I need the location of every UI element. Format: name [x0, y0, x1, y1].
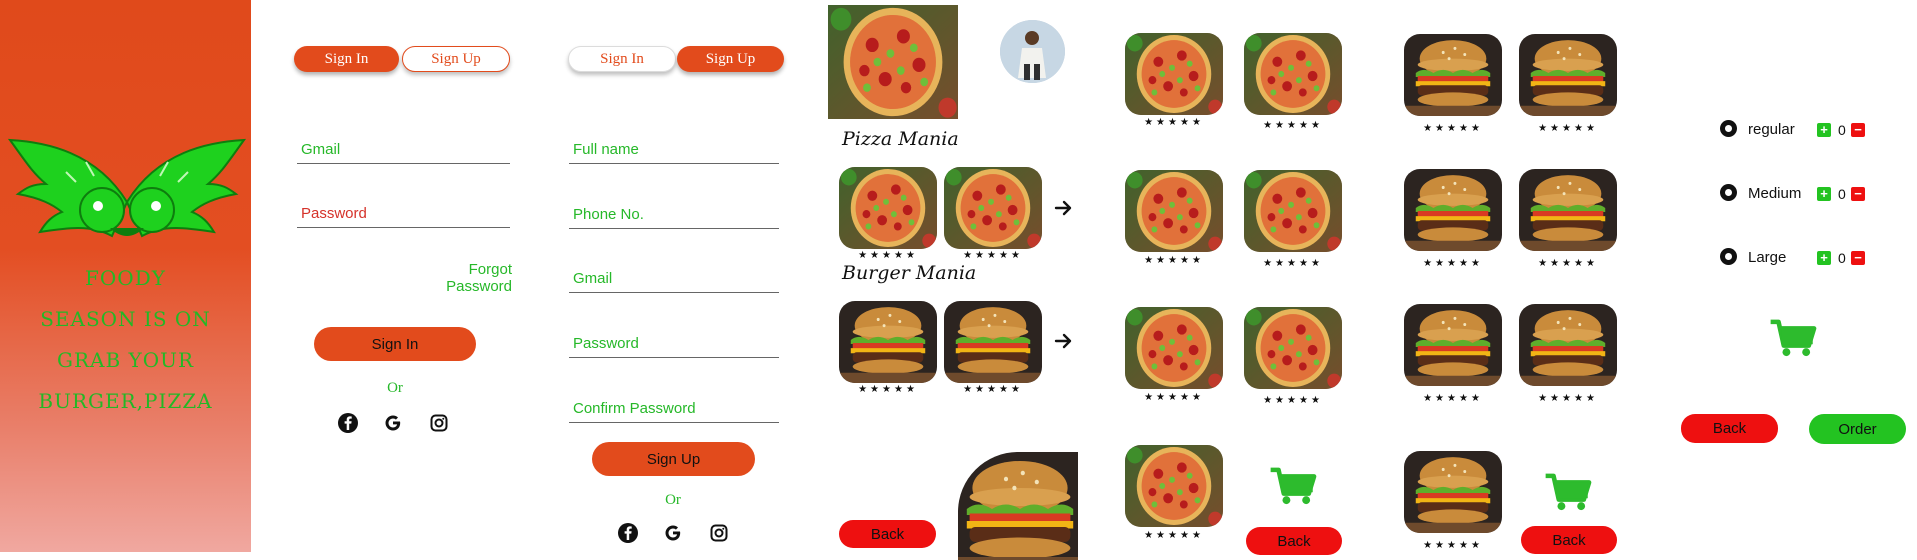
rating-stars: ★★★★★	[1423, 123, 1483, 134]
confirm-password-field[interactable]: Confirm Password	[569, 397, 779, 423]
rating-stars: ★★★★★	[963, 250, 1023, 261]
burger-hero-icon	[958, 452, 1078, 560]
increment-button[interactable]: +	[1817, 187, 1831, 201]
splash-panel: FOODY SEASON IS ON GRAB YOUR BURGER,PIZZ…	[0, 0, 251, 552]
rating-stars: ★★★★★	[858, 250, 918, 261]
decrement-button[interactable]: −	[1851, 123, 1865, 137]
quantity-value: 0	[1838, 186, 1846, 202]
tab-sign-in[interactable]: Sign In	[568, 46, 676, 72]
size-radio-large[interactable]	[1720, 248, 1737, 265]
size-label: Large	[1748, 249, 1787, 266]
pizza-item[interactable]	[1125, 307, 1223, 389]
rating-stars: ★★★★★	[1263, 120, 1323, 131]
back-button[interactable]: Back	[1246, 527, 1342, 555]
google-icon[interactable]	[662, 522, 684, 544]
pizza-thumbnail[interactable]	[944, 167, 1042, 249]
tagline-line: FOODY	[85, 266, 166, 290]
pizza-thumbnail[interactable]	[839, 167, 937, 249]
pizza-item[interactable]	[1125, 170, 1223, 252]
arrow-right-icon[interactable]	[1054, 198, 1074, 218]
rating-stars: ★★★★★	[1538, 393, 1598, 404]
quantity-value: 0	[1838, 122, 1846, 138]
size-radio-medium[interactable]	[1720, 184, 1737, 201]
facebook-icon[interactable]	[617, 522, 639, 544]
forgot-password-link[interactable]: Forgot Password	[402, 261, 512, 295]
password-field[interactable]: Password	[297, 202, 510, 228]
splash-tagline: FOODY SEASON IS ON GRAB YOUR BURGER,PIZZ…	[0, 258, 251, 422]
or-divider: Or	[665, 492, 681, 508]
size-label: regular	[1748, 121, 1795, 138]
increment-button[interactable]: +	[1817, 251, 1831, 265]
burger-item[interactable]	[1404, 304, 1502, 386]
tab-sign-up[interactable]: Sign Up	[402, 46, 510, 72]
google-icon[interactable]	[382, 412, 404, 434]
burger-item[interactable]	[1519, 304, 1617, 386]
cart-icon[interactable]	[1268, 459, 1318, 511]
tab-sign-up[interactable]: Sign Up	[677, 46, 784, 72]
rating-stars: ★★★★★	[1263, 395, 1323, 406]
rating-stars: ★★★★★	[1144, 117, 1204, 128]
pizza-hero-image	[828, 5, 958, 119]
rating-stars: ★★★★★	[858, 384, 918, 395]
rating-stars: ★★★★★	[1538, 258, 1598, 269]
back-button[interactable]: Back	[1681, 414, 1778, 443]
burger-item[interactable]	[1519, 34, 1617, 116]
tagline-line: GRAB YOUR	[56, 348, 195, 372]
gmail-field[interactable]: Gmail	[297, 138, 510, 164]
instagram-icon[interactable]	[428, 412, 450, 434]
avatar[interactable]	[1000, 20, 1065, 83]
tab-sign-in[interactable]: Sign In	[294, 46, 399, 72]
pizza-item[interactable]	[1244, 307, 1342, 389]
back-button[interactable]: Back	[1521, 526, 1617, 554]
sign-up-button[interactable]: Sign Up	[592, 442, 755, 476]
tagline-line: BURGER,PIZZA	[38, 389, 213, 413]
green-wings-emblem-icon	[7, 138, 247, 238]
or-divider: Or	[387, 380, 403, 396]
back-button[interactable]: Back	[839, 520, 936, 548]
rating-stars: ★★★★★	[963, 384, 1023, 395]
burger-hero-image	[958, 452, 1078, 560]
rating-stars: ★★★★★	[1144, 255, 1204, 266]
phone-field[interactable]: Phone No.	[569, 203, 779, 229]
rating-stars: ★★★★★	[1144, 530, 1204, 541]
rating-stars: ★★★★★	[1423, 258, 1483, 269]
pizza-section-title: Pizza Mania	[842, 128, 959, 150]
increment-button[interactable]: +	[1817, 123, 1831, 137]
burger-item[interactable]	[1404, 34, 1502, 116]
burger-thumbnail[interactable]	[944, 301, 1042, 383]
sign-in-button[interactable]: Sign In	[314, 327, 476, 361]
rating-stars: ★★★★★	[1144, 392, 1204, 403]
arrow-right-icon[interactable]	[1054, 331, 1074, 351]
tagline-line: SEASON IS ON	[40, 307, 211, 331]
rating-stars: ★★★★★	[1263, 258, 1323, 269]
pizza-item[interactable]	[1244, 33, 1342, 115]
burger-item[interactable]	[1404, 451, 1502, 533]
password-field[interactable]: Password	[569, 332, 779, 358]
pizza-item[interactable]	[1125, 33, 1223, 115]
burger-item[interactable]	[1404, 169, 1502, 251]
user-avatar-icon	[1000, 20, 1065, 83]
full-name-field[interactable]: Full name	[569, 138, 779, 164]
cart-icon[interactable]	[1543, 465, 1593, 517]
burger-item[interactable]	[1519, 169, 1617, 251]
instagram-icon[interactable]	[708, 522, 730, 544]
rating-stars: ★★★★★	[1423, 540, 1483, 551]
quantity-value: 0	[1838, 250, 1846, 266]
decrement-button[interactable]: −	[1851, 251, 1865, 265]
decrement-button[interactable]: −	[1851, 187, 1865, 201]
burger-section-title: Burger Mania	[842, 262, 977, 284]
rating-stars: ★★★★★	[1423, 393, 1483, 404]
gmail-field[interactable]: Gmail	[569, 267, 779, 293]
rating-stars: ★★★★★	[1538, 123, 1598, 134]
size-radio-regular[interactable]	[1720, 120, 1737, 137]
facebook-icon[interactable]	[337, 412, 359, 434]
pizza-item[interactable]	[1244, 170, 1342, 252]
cart-icon[interactable]	[1768, 311, 1818, 363]
burger-thumbnail[interactable]	[839, 301, 937, 383]
pizza-item[interactable]	[1125, 445, 1223, 527]
order-button[interactable]: Order	[1809, 414, 1906, 444]
size-label: Medium	[1748, 185, 1802, 202]
password-placeholder: Password	[301, 205, 367, 222]
